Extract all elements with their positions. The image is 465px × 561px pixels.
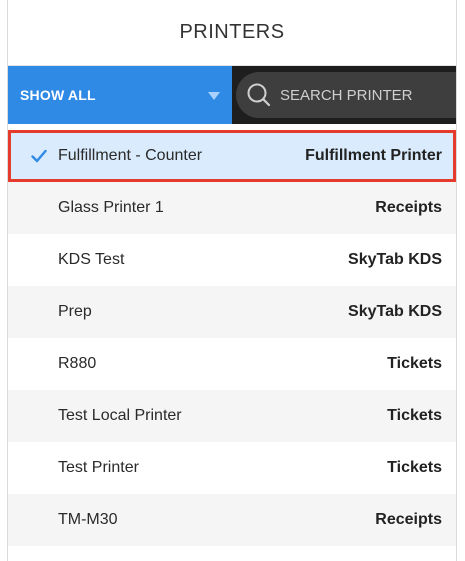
checkmark-placeholder	[28, 510, 50, 530]
printers-panel: PRINTERS SHOW ALL SEARCH PRINTER Fulfill…	[7, 0, 457, 561]
printer-name: Glass Printer 1	[58, 199, 164, 216]
panel-header: PRINTERS	[8, 0, 456, 66]
caret-down-icon	[208, 92, 220, 100]
page-title: PRINTERS	[179, 21, 285, 43]
printer-type: SkyTab KDS	[348, 251, 442, 268]
show-all-label: SHOW ALL	[20, 87, 96, 103]
printer-type: Receipts	[375, 199, 442, 216]
checkmark-placeholder	[28, 458, 50, 478]
toolbar: SHOW ALL SEARCH PRINTER	[8, 66, 456, 124]
printer-name: Test Local Printer	[58, 407, 182, 424]
printer-row[interactable]: Test Local Printer Tickets	[8, 390, 456, 442]
show-all-dropdown[interactable]: SHOW ALL	[8, 66, 232, 124]
printer-row[interactable]: R880 Tickets	[8, 338, 456, 390]
search-placeholder: SEARCH PRINTER	[280, 86, 413, 104]
printer-type: SkyTab KDS	[348, 303, 442, 320]
checkmark-placeholder	[28, 406, 50, 426]
printer-name: Test Printer	[58, 459, 139, 476]
printer-type: Receipts	[375, 511, 442, 528]
search-icon	[246, 82, 272, 108]
checkmark-placeholder	[28, 198, 50, 218]
printer-type: Fulfillment Printer	[305, 147, 442, 164]
search-area: SEARCH PRINTER	[232, 66, 456, 124]
printer-row[interactable]: TM-M30 Receipts	[8, 494, 456, 546]
printer-row[interactable]: Glass Printer 1 Receipts	[8, 182, 456, 234]
printer-row[interactable]: Test Printer Tickets	[8, 442, 456, 494]
printer-name: TM-M30	[58, 511, 118, 528]
printer-row[interactable]: Fulfillment - Counter Fulfillment Printer	[8, 130, 456, 182]
printer-type: Tickets	[387, 355, 442, 372]
printer-list: Fulfillment - Counter Fulfillment Printer…	[8, 130, 456, 546]
checkmark-placeholder	[28, 302, 50, 322]
printer-type: Tickets	[387, 407, 442, 424]
printer-row[interactable]: Prep SkyTab KDS	[8, 286, 456, 338]
checkmark-icon	[28, 146, 50, 166]
printer-name: KDS Test	[58, 251, 125, 268]
printer-name: Prep	[58, 303, 92, 320]
printer-row[interactable]: KDS Test SkyTab KDS	[8, 234, 456, 286]
printer-type: Tickets	[387, 459, 442, 476]
checkmark-placeholder	[28, 250, 50, 270]
printer-name: Fulfillment - Counter	[58, 147, 203, 164]
search-input[interactable]: SEARCH PRINTER	[236, 72, 456, 118]
checkmark-placeholder	[28, 354, 50, 374]
printer-name: R880	[58, 355, 97, 372]
